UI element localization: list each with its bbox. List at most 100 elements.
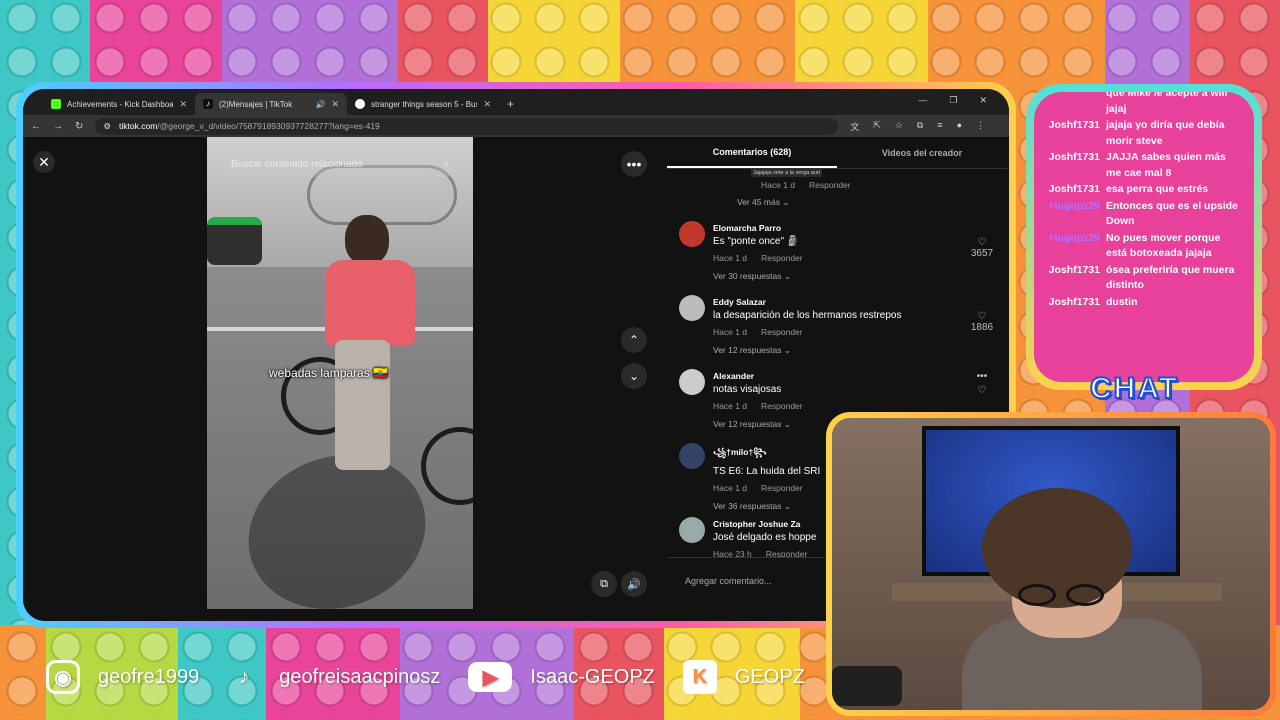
chat-messages: que Mike le acepte a will jajaj Joshf173… [1046, 92, 1242, 310]
avatar[interactable] [679, 369, 705, 395]
view-replies[interactable]: Ver 12 respuestas ⌄ [713, 345, 933, 356]
view-replies[interactable]: Ver 30 respuestas ⌄ [713, 271, 933, 282]
window-controls: — ❐ ✕ [918, 95, 987, 106]
tab-tiktok[interactable]: ♪ (2)Mensajes | TikTok 🔊 ✕ [195, 93, 347, 115]
chat-message: Joshf1731 ósea preferiría que muera disti… [1046, 263, 1242, 294]
close-window-icon[interactable]: ✕ [979, 95, 987, 106]
tab-creator-videos[interactable]: Videos del creador [837, 137, 1007, 168]
comment-more-icon[interactable]: ••• [967, 371, 997, 382]
picture-in-picture-button[interactable]: ⧉ [591, 571, 617, 597]
reload-icon[interactable]: ↻ [75, 121, 83, 132]
person-shirt [325, 260, 415, 345]
social-kick: K GEOPZ [682, 660, 805, 694]
chat-text: ósea preferiría que muera distinto [1106, 263, 1235, 292]
view-replies-label: Ver 36 respuestas [713, 501, 782, 511]
reply-link[interactable]: Responder [761, 253, 803, 263]
view-more-replies[interactable]: Ver 45 más ⌄ [737, 197, 789, 208]
chat-title: CHAT [1089, 371, 1180, 406]
video-person [325, 215, 415, 485]
comment-author[interactable]: Alexander [713, 371, 933, 381]
media-icon[interactable]: ≡ [937, 120, 942, 133]
maximize-icon[interactable]: ❐ [949, 95, 957, 106]
like-button[interactable]: ♡ 1886 [967, 311, 997, 333]
search-icon[interactable]: ⌕ [443, 159, 449, 170]
speaker-icon[interactable]: 🔊 [315, 100, 325, 109]
tiktok-icon: ♪ [239, 665, 250, 688]
chat-frame: que Mike le acepte a will jajaj Joshf173… [1026, 84, 1262, 390]
comment-time: Hace 1 d [713, 483, 748, 493]
person-pants [335, 340, 390, 470]
like-count: 3657 [970, 248, 994, 259]
social-youtube: ▶ Isaac-GEOPZ [468, 662, 655, 692]
more-options-button[interactable]: ••• [621, 151, 647, 177]
new-tab-button[interactable]: + [507, 97, 514, 111]
reply-link[interactable]: Responder [761, 483, 803, 493]
bookmark-star-icon[interactable]: ☆ [895, 120, 903, 133]
avatar[interactable] [679, 221, 705, 247]
chat-user [1046, 92, 1100, 117]
comment-text: la desaparición de los hermanos restrepo… [713, 310, 902, 321]
previous-video-button[interactable]: ⌃ [621, 327, 647, 353]
view-more-label: Ver 45 más [737, 197, 780, 207]
tiktok-icon: ♪ [203, 99, 213, 109]
chat-text: dustin [1106, 295, 1138, 308]
instagram-icon: ◉ [46, 660, 80, 694]
comment-author[interactable]: Eddy Salazar [713, 297, 933, 307]
avatar[interactable] [679, 517, 705, 543]
social-tiktok: ♪ geofreisaacpinosz [227, 660, 440, 694]
address-bar: ← → ↻ ⚙ tiktok.com/@george_v_d/video/758… [23, 115, 1009, 137]
tab-kick-dashboard[interactable]: Achievements - Kick Dashboard ✕ [43, 93, 195, 115]
glasses-lens [1066, 584, 1104, 606]
minimize-icon[interactable]: — [918, 95, 927, 106]
profile-icon[interactable]: ● [957, 120, 962, 133]
video-motorcycle [207, 217, 262, 265]
chat-text: jajaja yo diría que debía morir steve [1106, 119, 1225, 147]
extensions-icon[interactable]: ⧉ [917, 120, 923, 133]
back-icon[interactable]: ← [31, 121, 41, 132]
chat-message: Joshf1731 esa perra que estrés [1046, 182, 1242, 198]
site-info-icon[interactable]: ⚙ [103, 121, 111, 132]
comment-author[interactable]: Elomarcha Parro [713, 223, 933, 233]
reply-link[interactable]: Responder [809, 180, 851, 190]
open-app-icon[interactable]: ⇱ [873, 120, 881, 133]
reply-link[interactable]: Responder [761, 327, 803, 337]
forward-icon[interactable]: → [53, 121, 63, 132]
youtube-icon: ▶ [468, 662, 513, 692]
tab-comments[interactable]: Comentarios (628) [667, 137, 837, 168]
close-tab-icon[interactable]: ✕ [331, 99, 339, 110]
view-replies-label: Ver 12 respuestas [713, 419, 782, 429]
next-video-button[interactable]: ⌄ [621, 363, 647, 389]
avatar[interactable] [679, 443, 705, 469]
reply-link[interactable]: Responder [761, 401, 803, 411]
close-tab-icon[interactable]: ✕ [483, 99, 491, 110]
menu-icon[interactable]: ⋮ [976, 120, 985, 133]
chat-text: que Mike le acepte a will jajaj [1106, 92, 1228, 115]
chat-user: Joshf1731 [1048, 119, 1100, 131]
comment-time: Hace 1 d [713, 253, 748, 263]
close-tab-icon[interactable]: ✕ [179, 99, 187, 110]
chat-message: Hugopz29 No pues mover porque está botoxe… [1046, 231, 1242, 262]
view-replies-label: Ver 30 respuestas [713, 271, 782, 281]
social-handle: GEOPZ [734, 665, 805, 688]
search-placeholder: Buscar contenido relacionado [231, 158, 363, 170]
chat-message: Joshf1731 JAJJA sabes quien más me cae ma… [1046, 150, 1242, 181]
comment-meta: Hace 1 d Responder [713, 401, 933, 411]
comment-time: Hace 1 d [713, 401, 748, 411]
like-button[interactable]: ♡ [967, 385, 997, 396]
translate-icon[interactable]: 文 [850, 120, 859, 133]
reply-snippet: Jajajaja vete a la verga auri [751, 169, 822, 177]
volume-button[interactable]: 🔊 [621, 571, 647, 597]
chat-user: Joshf1731 [1048, 295, 1100, 308]
chat-user: Joshf1731 [1048, 183, 1100, 195]
like-button[interactable]: ♡ 3657 [967, 237, 997, 259]
url-host: tiktok.com [119, 121, 158, 131]
chat-text: esa perra que estrés [1106, 183, 1209, 195]
url-field[interactable]: ⚙ tiktok.com/@george_v_d/video/758791893… [95, 117, 839, 135]
chat-text: Entonces que es el upside Down [1106, 199, 1238, 228]
avatar[interactable] [679, 295, 705, 321]
comment-meta: Hace 1 d Responder [761, 180, 851, 190]
related-search-input[interactable]: Buscar contenido relacionado ⌕ [221, 151, 459, 177]
close-video-button[interactable]: ✕ [33, 151, 55, 173]
chat-user: Joshf1731 [1048, 151, 1100, 163]
tab-google-search[interactable]: stranger things season 5 - Busc ✕ [347, 93, 499, 115]
